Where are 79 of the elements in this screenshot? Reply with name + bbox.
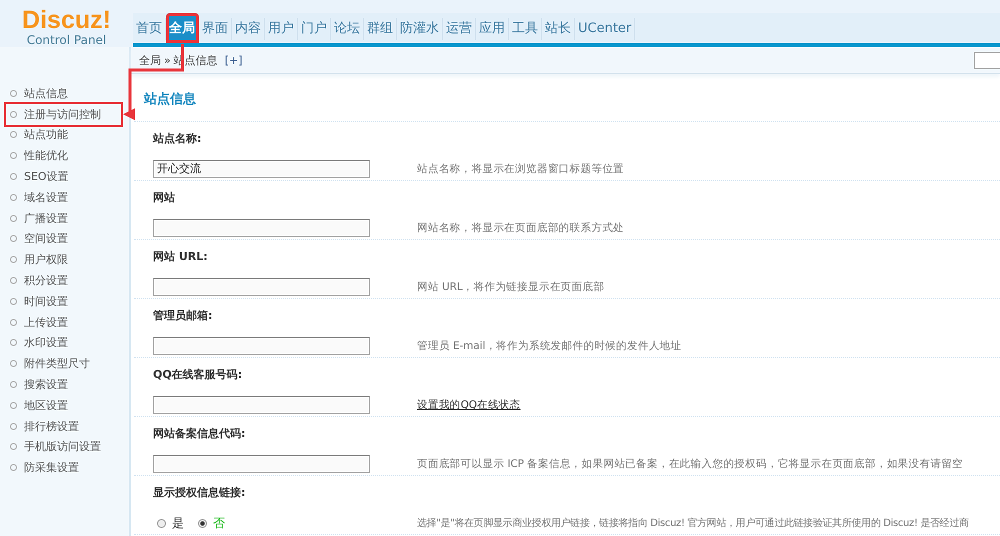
help-text: 站点名称，将显示在浏览器窗口标题等位置 [417, 162, 624, 176]
bullet-icon [10, 464, 17, 472]
bullet-icon [10, 214, 17, 222]
bullet-icon [10, 422, 17, 430]
bullet-icon [10, 443, 17, 450]
sidebar-item[interactable]: 水印设置 [6, 332, 121, 354]
bullet-icon [10, 235, 17, 242]
bullet-icon [10, 152, 17, 160]
sidebar-item[interactable]: 积分设置 [6, 270, 121, 291]
sidebar-item[interactable]: 站点信息 [6, 83, 121, 104]
nav-tab[interactable]: 论坛 [331, 18, 364, 40]
sidebar-item[interactable]: 空间设置 [6, 228, 121, 250]
logo-text: Discuz! [22, 8, 111, 33]
sidebar-item[interactable]: 防采集设置 [6, 457, 121, 478]
field-label: 站点名称: [153, 131, 202, 147]
field-label: 网站备案信息代码: [153, 426, 246, 442]
nav-tab[interactable]: 工具 [509, 18, 542, 40]
nav-tab[interactable]: 内容 [232, 18, 265, 40]
bullet-icon [10, 298, 17, 305]
input-field[interactable]: 开心交流 [153, 160, 370, 178]
help-text: 网站 URL，将作为链接显示在页面底部 [417, 280, 604, 294]
bullet-icon [10, 402, 17, 409]
sidebar-item[interactable]: 上传设置 [6, 312, 121, 333]
nav-tab[interactable]: 运营 [443, 18, 476, 40]
sidebar-item[interactable]: 手机版访问设置 [6, 436, 121, 458]
sidebar-item[interactable]: 附件类型尺寸 [6, 353, 121, 374]
field-label: 管理员邮箱: [153, 308, 214, 324]
sidebar-item[interactable]: 注册与访问控制 [6, 104, 121, 125]
nav-tab[interactable]: 用户 [265, 18, 298, 40]
input-field[interactable] [153, 337, 370, 355]
nav-tab[interactable]: 站长 [542, 18, 575, 40]
bullet-icon [10, 381, 17, 388]
field-label: 网站 URL: [153, 249, 209, 265]
field-label: QQ在线客服号码: [153, 367, 244, 383]
bullet-icon [10, 90, 17, 97]
qq-status-link[interactable]: 设置我的QQ在线状态 [417, 398, 521, 412]
field-label: 显示授权信息链接: [153, 485, 246, 501]
help-text: 网站名称，将显示在页面底部的联系方式处 [417, 221, 624, 235]
nav-tab[interactable]: 群组 [364, 18, 397, 40]
add-shortcut-link[interactable]: [+] [224, 54, 243, 66]
input-field[interactable] [153, 219, 370, 237]
help-text: 页面底部可以显示 ICP 备案信息，如果网站已备案，在此输入您的授权码，它将显示在页面底部，如果没有请留空 [417, 457, 964, 471]
input-field[interactable] [153, 396, 370, 414]
radio-option[interactable]: 是 [153, 514, 184, 532]
help-text: 管理员 E-mail，将作为系统发邮件的时候的发件人地址 [417, 339, 682, 353]
sidebar-item[interactable]: 站点功能 [6, 124, 121, 146]
bullet-icon [10, 110, 17, 118]
field-label: 网站 [153, 190, 176, 206]
input-field[interactable] [153, 278, 370, 296]
sidebar-item[interactable]: 时间设置 [6, 290, 121, 312]
sidebar-item[interactable]: 搜索设置 [6, 374, 121, 395]
bullet-icon [10, 277, 17, 284]
sidebar-item[interactable]: 广播设置 [6, 208, 121, 229]
nav-tab[interactable]: UCenter [575, 18, 636, 40]
bullet-icon [10, 360, 17, 368]
nav-tab[interactable]: 全局 [166, 13, 199, 43]
sidebar-item[interactable]: 地区设置 [6, 394, 121, 416]
nav-tab[interactable]: 防灌水 [397, 18, 443, 40]
bullet-icon [10, 194, 17, 201]
bullet-icon [10, 131, 17, 138]
bullet-icon [10, 173, 17, 180]
sidebar-item[interactable]: 用户权限 [6, 249, 121, 270]
nav-tab[interactable]: 门户 [298, 18, 331, 40]
help-text: 选择"是"将在页脚显示商业授权用户链接，链接将指向 Discuz! 官方网站，用户可通过此链接验证其所使用的 Discuz! 是否经过商 [417, 516, 969, 530]
nav-tab[interactable]: 应用 [476, 18, 509, 40]
breadcrumb-item[interactable]: 全局 [139, 52, 161, 68]
breadcrumb-separator: » [164, 54, 171, 66]
bullet-icon [10, 318, 17, 326]
nav-tab[interactable]: 界面 [199, 18, 232, 40]
section-title: 站点信息 [134, 74, 1000, 122]
sidebar-item[interactable]: 性能优化 [6, 145, 121, 166]
bullet-icon [10, 339, 17, 346]
search-field[interactable] [974, 52, 1000, 68]
logo-subtitle: Control Panel [26, 33, 106, 47]
sidebar-item[interactable]: 排行榜设置 [6, 416, 121, 437]
sidebar-item[interactable]: SEO设置 [6, 166, 121, 187]
sidebar-item[interactable]: 域名设置 [6, 186, 121, 208]
input-field[interactable] [153, 455, 370, 473]
bullet-icon [10, 256, 17, 264]
